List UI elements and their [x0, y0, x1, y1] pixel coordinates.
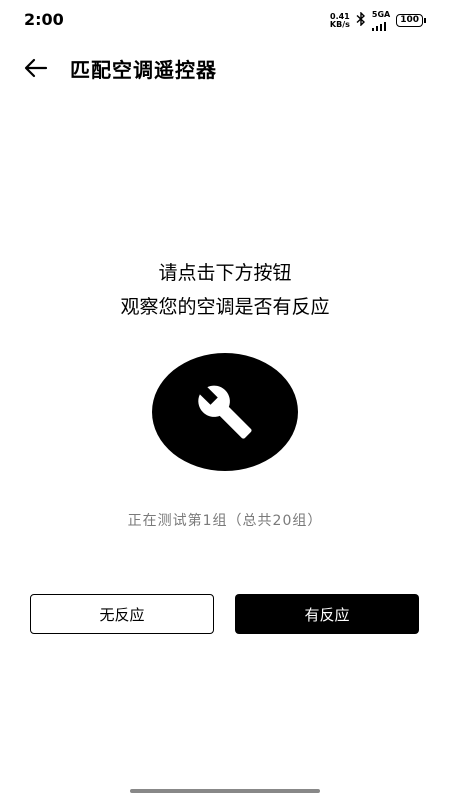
- app-header: 匹配空调遥控器: [0, 50, 450, 86]
- test-progress-text: 正在测试第1组（总共20组）: [127, 513, 323, 529]
- page-title: 匹配空调遥控器: [70, 58, 217, 82]
- network-type: 5GA: [371, 10, 391, 19]
- status-icons: 0.41 KB/s 5GA 100: [330, 10, 426, 31]
- wrench-icon: [198, 385, 252, 439]
- test-signal-button[interactable]: [152, 353, 298, 471]
- has-response-button[interactable]: 有反应: [235, 594, 419, 634]
- back-button[interactable]: [22, 54, 50, 82]
- instructions: 请点击下方按钮 观察您的空调是否有反应: [0, 256, 450, 324]
- cellular-status: 5GA: [371, 10, 391, 31]
- home-indicator[interactable]: [130, 789, 320, 793]
- network-speed: 0.41 KB/s: [329, 12, 350, 29]
- battery-level: 100: [396, 14, 423, 27]
- bluetooth-icon: [356, 10, 366, 30]
- instruction-line-1: 请点击下方按钮: [158, 262, 292, 284]
- status-bar: 2:00 0.41 KB/s 5GA 100: [0, 0, 450, 40]
- battery-icon: 100: [396, 14, 426, 27]
- instruction-line-2: 观察您的空调是否有反应: [120, 296, 330, 318]
- arrow-left-icon: [24, 58, 48, 78]
- status-time: 2:00: [24, 10, 64, 29]
- network-speed-unit: KB/s: [329, 19, 350, 29]
- no-response-button[interactable]: 无反应: [30, 594, 214, 634]
- signal-strength-icon: [371, 19, 386, 31]
